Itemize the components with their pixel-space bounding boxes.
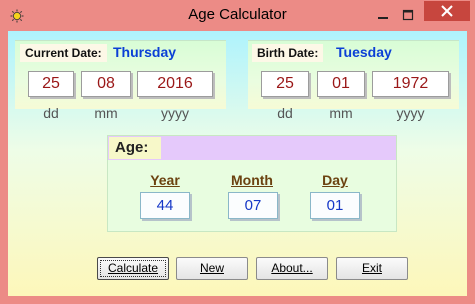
age-panel: Age: Year Month Day 44 07 01 [107, 135, 397, 232]
title-bar[interactable]: Age Calculator [0, 0, 475, 31]
current-year-field[interactable]: 2016 [137, 71, 213, 97]
birth-date-panel: Birth Date: Tuesday 25 01 1972 dd mm yyy… [248, 40, 459, 121]
current-date-label: Current Date: [20, 44, 107, 62]
maximize-icon[interactable] [400, 8, 416, 22]
day-label: Day [322, 172, 348, 188]
birth-mm-hint: mm [329, 105, 353, 121]
close-button[interactable] [424, 1, 470, 21]
current-dd-hint: dd [43, 105, 59, 121]
current-date-panel: Current Date: Thursday 25 08 2016 dd mm … [15, 40, 226, 121]
birth-dd-hint: dd [277, 105, 293, 121]
birth-year-field[interactable]: 1972 [372, 71, 449, 97]
age-year-field: 44 [140, 192, 190, 219]
current-yyyy-hint: yyyy [161, 105, 189, 121]
current-day-field[interactable]: 25 [28, 71, 74, 97]
client-area: Current Date: Thursday 25 08 2016 dd mm … [8, 31, 467, 296]
birth-yyyy-hint: yyyy [396, 105, 425, 121]
close-icon [441, 5, 453, 17]
minimize-icon[interactable] [375, 8, 391, 22]
current-day-name: Thursday [113, 44, 177, 60]
birth-month-field[interactable]: 01 [317, 71, 365, 97]
year-label: Year [150, 172, 180, 188]
birth-day-field[interactable]: 25 [261, 71, 309, 97]
about-button[interactable]: About... [256, 257, 328, 280]
age-title: Age: [109, 137, 161, 159]
new-button[interactable]: New [176, 257, 248, 280]
birth-day-name: Tuesday [336, 44, 392, 60]
current-mm-hint: mm [94, 105, 118, 121]
birth-date-label: Birth Date: [252, 44, 324, 62]
current-month-field[interactable]: 08 [81, 71, 131, 97]
month-label: Month [231, 172, 273, 188]
calculate-button[interactable]: Calculate [97, 257, 169, 280]
age-header: Age: [108, 136, 396, 160]
age-day-field: 01 [310, 192, 360, 219]
age-month-field: 07 [228, 192, 278, 219]
exit-button[interactable]: Exit [336, 257, 408, 280]
